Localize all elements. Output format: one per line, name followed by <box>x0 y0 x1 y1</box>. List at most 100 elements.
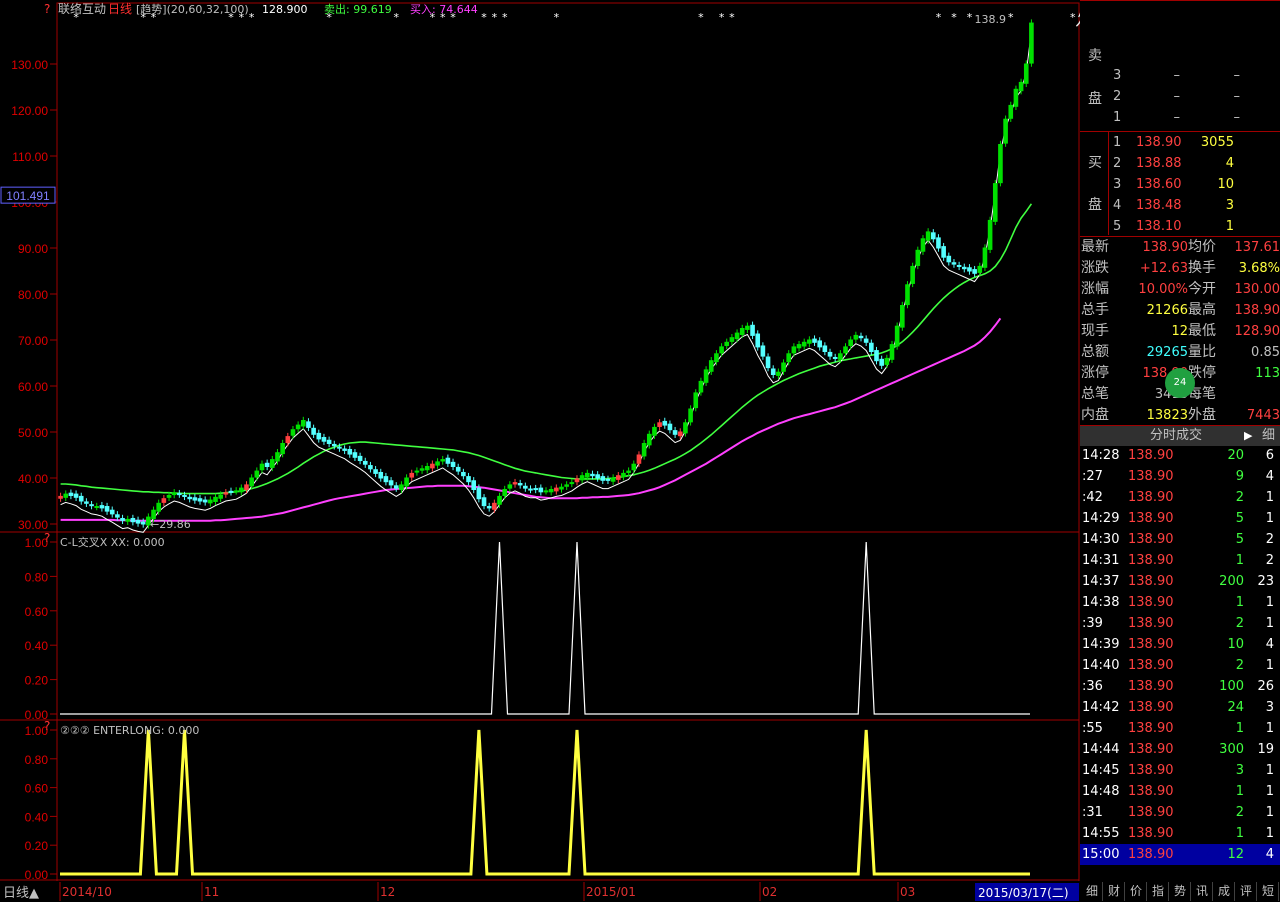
candle-body <box>693 392 699 409</box>
date-axis[interactable]: 日线▲ 2014/10 11 12 2015/01 02 03 2015/03/17(二) <box>0 881 1080 902</box>
candle-body <box>889 344 895 360</box>
candle-body <box>450 461 456 467</box>
period-tab: 日线▲ <box>3 886 39 901</box>
panel-tab-6[interactable]: 成 <box>1214 882 1235 901</box>
candle-body <box>419 468 425 471</box>
y-tick-label: 120.00 <box>11 104 48 118</box>
trade-count: 1 <box>1265 658 1274 673</box>
current-date: 2015/03/17(二) <box>978 886 1069 900</box>
trade-volume: 1 <box>1235 595 1244 610</box>
candle-body <box>657 422 662 427</box>
candle-body <box>838 353 843 360</box>
trades-arrow: ▶ <box>1244 429 1253 442</box>
sell-label-2: 盘 <box>1088 91 1102 107</box>
buy-level: 1 <box>1113 135 1122 150</box>
candle-body <box>863 338 869 343</box>
candle-body <box>63 493 69 498</box>
trade-time: 14:55 <box>1082 826 1120 841</box>
candle-body <box>94 506 100 509</box>
buy-level: 3 <box>1113 177 1122 192</box>
candle-body <box>621 472 626 478</box>
trades-tab: 细 <box>1262 428 1276 443</box>
panel-tab-4[interactable]: 势 <box>1170 882 1191 901</box>
quote-key: 总额 <box>1081 344 1109 360</box>
candle-body <box>781 362 786 372</box>
panel-tab-5[interactable]: 讯 <box>1192 882 1213 901</box>
buy-price: 138.10 <box>1136 219 1182 234</box>
sell-label-1: 卖 <box>1088 48 1102 64</box>
candle-body <box>73 493 79 498</box>
candle-body <box>672 430 678 435</box>
signal-star: * <box>698 11 704 24</box>
candle-body <box>832 356 838 359</box>
candle-body <box>362 460 368 465</box>
quote-value: 0.85 <box>1251 345 1280 360</box>
candle-body <box>373 469 378 474</box>
candle-body <box>404 477 409 487</box>
candle-body <box>120 517 125 521</box>
candle-body <box>585 472 590 478</box>
panel-tab-2[interactable]: 价 <box>1126 882 1147 901</box>
trade-count: 26 <box>1257 679 1274 694</box>
trade-count: 1 <box>1265 511 1274 526</box>
help-icon: ? <box>44 531 50 545</box>
date-label: 2015/01 <box>586 885 636 899</box>
candle-body <box>233 490 239 493</box>
quote-key: 最高 <box>1188 302 1216 318</box>
candle-body <box>646 433 652 446</box>
candle-body <box>827 351 833 357</box>
candle-body <box>466 476 471 483</box>
candle-body <box>564 484 569 487</box>
candle-body <box>440 459 446 462</box>
candle-body <box>972 269 977 274</box>
candle-body <box>879 358 884 366</box>
candle-body <box>497 495 502 505</box>
candle-body <box>280 443 285 455</box>
candle-body <box>610 477 616 482</box>
quote-value: 137.61 <box>1234 240 1280 255</box>
candle-body <box>430 463 435 469</box>
panel-tab-8[interactable]: 短 <box>1258 882 1279 901</box>
candle-body <box>388 480 394 486</box>
quote-value: 10.00% <box>1138 282 1188 297</box>
candle-body <box>177 493 182 496</box>
trade-volume: 24 <box>1227 700 1244 715</box>
trade-time: :42 <box>1082 490 1103 505</box>
quote-key: 涨停 <box>1081 365 1109 381</box>
panel-tab-7[interactable]: 评 <box>1236 882 1257 901</box>
candle-body <box>992 183 998 222</box>
candle-body <box>936 237 941 249</box>
trade-time: 14:39 <box>1082 637 1120 652</box>
trade-count: 1 <box>1265 805 1274 820</box>
trade-count: 1 <box>1265 490 1274 505</box>
panel-tab-1[interactable]: 财 <box>1104 882 1125 901</box>
candle-body <box>311 427 316 435</box>
candle-body <box>683 422 688 434</box>
panel-tab-0[interactable]: 细 <box>1082 882 1103 901</box>
trade-count: 6 <box>1265 448 1274 463</box>
candle-body <box>755 333 761 348</box>
candle-body <box>192 497 198 501</box>
buy-price: 138.90 <box>1136 135 1182 150</box>
signal-star: * <box>1008 11 1014 24</box>
trade-price: 138.90 <box>1128 742 1174 757</box>
buy-volume: 10 <box>1217 177 1234 192</box>
quote-key: 外盘 <box>1188 407 1216 423</box>
trade-volume: 5 <box>1235 511 1244 526</box>
candle-body <box>208 499 213 504</box>
trade-volume: 100 <box>1219 679 1244 694</box>
signal-star: * <box>967 11 973 24</box>
candle-body <box>455 466 461 472</box>
candle-body <box>765 356 771 369</box>
trade-volume: 1 <box>1235 721 1244 736</box>
panel-tab-3[interactable]: 指 <box>1148 882 1169 901</box>
candle-body <box>316 432 322 440</box>
high-label: 138.9 <box>975 13 1007 26</box>
kline-chart-area[interactable]: 30.0040.0050.0060.0070.0080.0090.00100.0… <box>0 0 1080 902</box>
y-tick-label: 90.00 <box>18 242 48 256</box>
trade-price: 138.90 <box>1128 763 1174 778</box>
candle-body <box>956 264 962 267</box>
candle-body <box>171 492 177 496</box>
y-tick-label: 110.00 <box>12 150 48 164</box>
quote-value: 12 <box>1171 324 1188 339</box>
